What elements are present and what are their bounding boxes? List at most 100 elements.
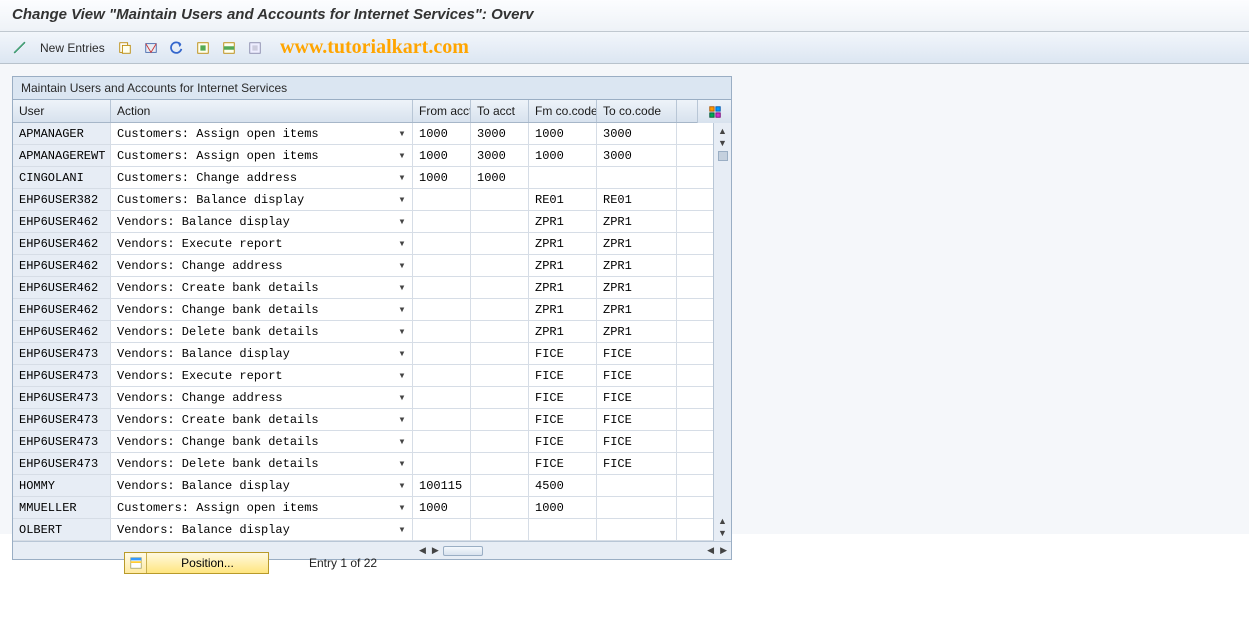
cell-to-cocode[interactable]: FICE (597, 453, 677, 474)
cell-action[interactable]: Vendors: Execute report▾ (111, 365, 413, 386)
col-header-to-acct[interactable]: To acct (471, 100, 529, 122)
cell-action[interactable]: Customers: Assign open items▾ (111, 145, 413, 166)
vertical-scrollbar[interactable]: ▲ ▼ ▲ ▼ (713, 123, 731, 541)
cell-fm-cocode[interactable]: 1000 (529, 497, 597, 518)
dropdown-icon[interactable]: ▾ (394, 302, 410, 318)
table-row[interactable]: EHP6USER462Vendors: Execute report▾ZPR1Z… (13, 233, 713, 255)
table-row[interactable]: EHP6USER462Vendors: Change bank details▾… (13, 299, 713, 321)
cell-action[interactable]: Vendors: Balance display▾ (111, 519, 413, 540)
cell-fm-cocode[interactable]: FICE (529, 409, 597, 430)
deselect-all-icon[interactable] (245, 38, 265, 58)
position-button[interactable]: Position... (124, 552, 269, 574)
cell-from-acct[interactable] (413, 233, 471, 254)
cell-fm-cocode[interactable]: FICE (529, 365, 597, 386)
cell-fm-cocode[interactable] (529, 167, 597, 188)
cell-to-cocode[interactable] (597, 475, 677, 496)
toggle-display-change-icon[interactable] (10, 38, 30, 58)
cell-to-cocode[interactable]: FICE (597, 431, 677, 452)
cell-action[interactable]: Customers: Change address▾ (111, 167, 413, 188)
cell-user[interactable]: EHP6USER462 (13, 255, 111, 276)
cell-user[interactable]: HOMMY (13, 475, 111, 496)
cell-from-acct[interactable] (413, 277, 471, 298)
cell-from-acct[interactable]: 1000 (413, 497, 471, 518)
cell-fm-cocode[interactable]: ZPR1 (529, 299, 597, 320)
cell-from-acct[interactable] (413, 387, 471, 408)
cell-action[interactable]: Vendors: Balance display▾ (111, 475, 413, 496)
cell-action[interactable]: Vendors: Change address▾ (111, 387, 413, 408)
cell-user[interactable]: EHP6USER382 (13, 189, 111, 210)
dropdown-icon[interactable]: ▾ (394, 522, 410, 538)
cell-fm-cocode[interactable]: FICE (529, 343, 597, 364)
cell-user[interactable]: OLBERT (13, 519, 111, 540)
cell-to-cocode[interactable]: FICE (597, 387, 677, 408)
cell-user[interactable]: EHP6USER473 (13, 431, 111, 452)
cell-fm-cocode[interactable]: FICE (529, 431, 597, 452)
cell-to-cocode[interactable]: ZPR1 (597, 299, 677, 320)
cell-fm-cocode[interactable]: FICE (529, 453, 597, 474)
scroll-up2-icon[interactable]: ▲ (718, 515, 727, 527)
dropdown-icon[interactable]: ▾ (394, 500, 410, 516)
dropdown-icon[interactable]: ▾ (394, 390, 410, 406)
cell-to-cocode[interactable]: ZPR1 (597, 255, 677, 276)
table-row[interactable]: EHP6USER462Vendors: Create bank details▾… (13, 277, 713, 299)
cell-to-cocode[interactable]: 3000 (597, 145, 677, 166)
scroll-down2-icon[interactable]: ▼ (718, 527, 727, 539)
cell-to-acct[interactable] (471, 519, 529, 540)
table-row[interactable]: CINGOLANICustomers: Change address▾10001… (13, 167, 713, 189)
cell-action[interactable]: Vendors: Delete bank details▾ (111, 321, 413, 342)
cell-fm-cocode[interactable]: ZPR1 (529, 233, 597, 254)
dropdown-icon[interactable]: ▾ (394, 478, 410, 494)
cell-fm-cocode[interactable]: ZPR1 (529, 211, 597, 232)
cell-from-acct[interactable] (413, 255, 471, 276)
cell-action[interactable]: Customers: Assign open items▾ (111, 497, 413, 518)
dropdown-icon[interactable]: ▾ (394, 324, 410, 340)
cell-from-acct[interactable]: 1000 (413, 145, 471, 166)
cell-to-cocode[interactable]: FICE (597, 409, 677, 430)
cell-from-acct[interactable] (413, 453, 471, 474)
cell-action[interactable]: Vendors: Change address▾ (111, 255, 413, 276)
table-row[interactable]: EHP6USER473Vendors: Balance display▾FICE… (13, 343, 713, 365)
cell-to-acct[interactable] (471, 409, 529, 430)
cell-from-acct[interactable] (413, 409, 471, 430)
col-header-action[interactable]: Action (111, 100, 413, 122)
scroll-down-icon[interactable]: ▼ (718, 137, 727, 149)
cell-from-acct[interactable] (413, 189, 471, 210)
dropdown-icon[interactable]: ▾ (394, 280, 410, 296)
cell-from-acct[interactable] (413, 211, 471, 232)
cell-action[interactable]: Vendors: Create bank details▾ (111, 409, 413, 430)
cell-to-acct[interactable] (471, 475, 529, 496)
cell-from-acct[interactable]: 100115 (413, 475, 471, 496)
table-row[interactable]: EHP6USER473Vendors: Execute report▾FICEF… (13, 365, 713, 387)
scroll-up-icon[interactable]: ▲ (718, 125, 727, 137)
cell-action[interactable]: Vendors: Change bank details▾ (111, 431, 413, 452)
cell-to-acct[interactable] (471, 233, 529, 254)
dropdown-icon[interactable]: ▾ (394, 214, 410, 230)
cell-to-acct[interactable]: 3000 (471, 123, 529, 144)
hscroll-right-icon[interactable]: ▶ (430, 545, 441, 556)
cell-to-acct[interactable] (471, 277, 529, 298)
table-row[interactable]: EHP6USER462Vendors: Change address▾ ZPR1Z… (13, 255, 713, 277)
cell-from-acct[interactable] (413, 321, 471, 342)
cell-to-acct[interactable] (471, 343, 529, 364)
dropdown-icon[interactable]: ▾ (394, 170, 410, 186)
cell-action[interactable]: Customers: Assign open items▾ (111, 123, 413, 144)
cell-action[interactable]: Vendors: Delete bank details▾ (111, 453, 413, 474)
dropdown-icon[interactable]: ▾ (394, 148, 410, 164)
col-header-fm-cocode[interactable]: Fm co.code (529, 100, 597, 122)
cell-action[interactable]: Vendors: Balance display▾ (111, 343, 413, 364)
select-all-icon[interactable] (193, 38, 213, 58)
cell-fm-cocode[interactable]: 1000 (529, 145, 597, 166)
cell-to-cocode[interactable]: ZPR1 (597, 277, 677, 298)
table-row[interactable]: EHP6USER382Customers: Balance display▾RE… (13, 189, 713, 211)
dropdown-icon[interactable]: ▾ (394, 434, 410, 450)
cell-action[interactable]: Vendors: Create bank details▾ (111, 277, 413, 298)
cell-to-cocode[interactable] (597, 167, 677, 188)
delete-icon[interactable] (141, 38, 161, 58)
cell-fm-cocode[interactable]: ZPR1 (529, 255, 597, 276)
table-row[interactable]: EHP6USER473Vendors: Change bank details▾… (13, 431, 713, 453)
cell-user[interactable]: EHP6USER473 (13, 387, 111, 408)
hscroll-thumb[interactable] (443, 546, 483, 556)
cell-user[interactable]: EHP6USER473 (13, 365, 111, 386)
col-header-from-acct[interactable]: From acct (413, 100, 471, 122)
cell-to-cocode[interactable] (597, 519, 677, 540)
